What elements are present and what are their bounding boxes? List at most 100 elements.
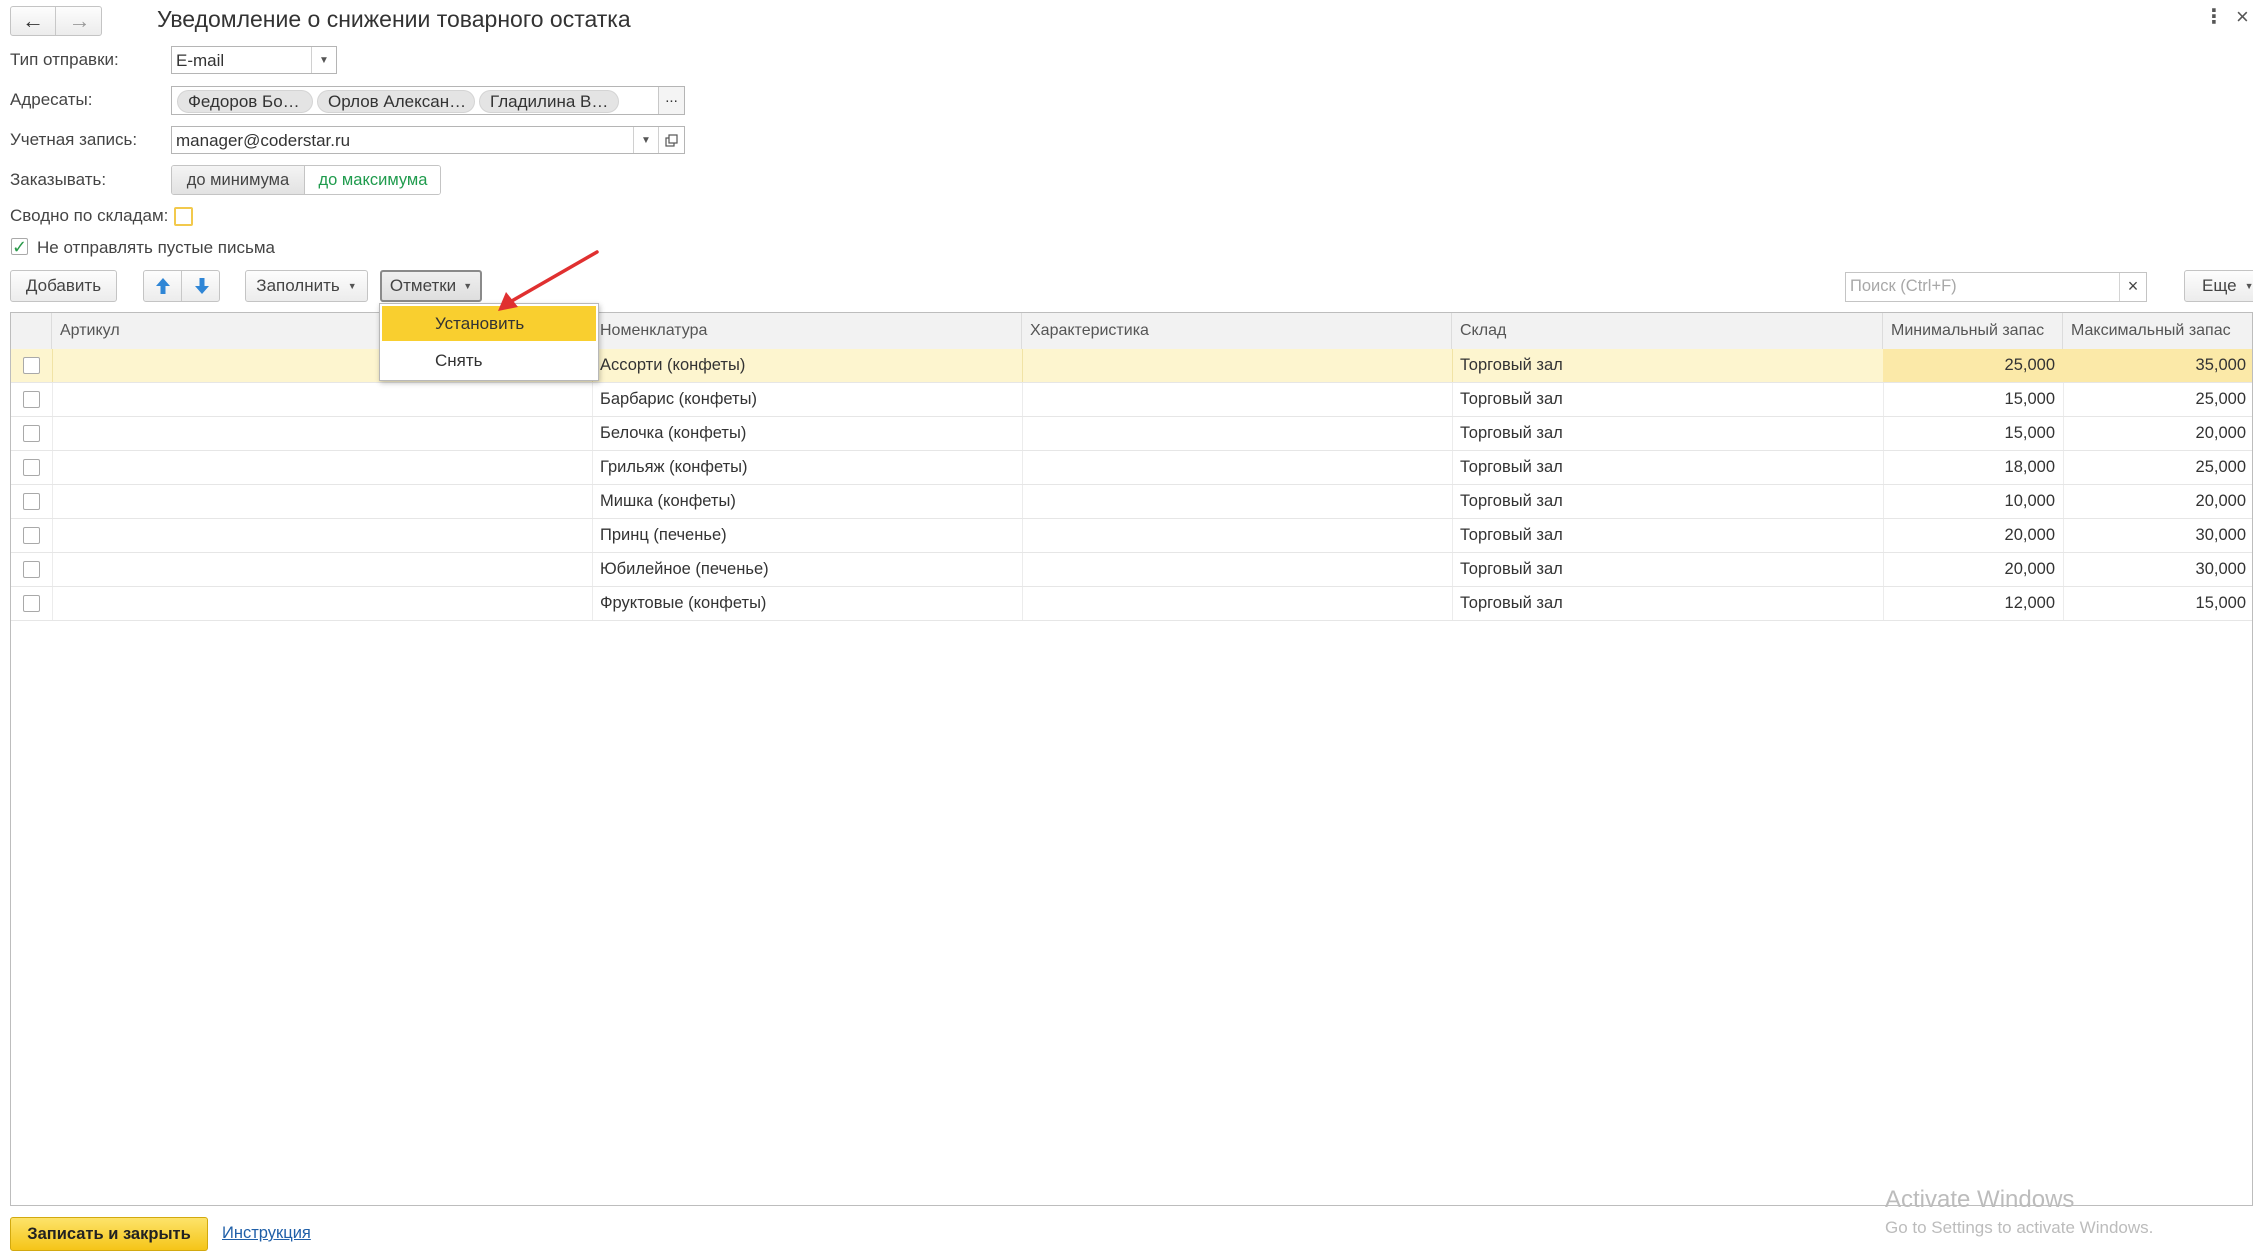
- no-empty-checkbox[interactable]: ✓: [11, 238, 28, 256]
- send-type-value: E-mail: [176, 51, 225, 70]
- order-label: Заказывать:: [10, 170, 107, 189]
- move-up-button[interactable]: [144, 271, 182, 301]
- account-value: manager@coderstar.ru: [176, 131, 351, 150]
- min-stock-cell: 15,000: [2004, 390, 2055, 408]
- row-checkbox[interactable]: [23, 561, 40, 578]
- chevron-down-icon[interactable]: ▼: [311, 47, 336, 73]
- row-checkbox[interactable]: [23, 527, 40, 544]
- article-cell: [52, 417, 592, 450]
- caret-down-icon: ▼: [2244, 281, 2253, 291]
- move-down-button[interactable]: [183, 271, 220, 301]
- back-button[interactable]: ←: [11, 7, 56, 35]
- table-row[interactable]: Белочка (конфеты) Торговый зал 15,000 20,00…: [11, 417, 2252, 451]
- add-button[interactable]: Добавить: [10, 270, 117, 302]
- min-stock-cell: 20,000: [2004, 560, 2055, 578]
- min-stock-cell: 15,000: [2004, 424, 2055, 442]
- row-checkbox[interactable]: [23, 493, 40, 510]
- send-type-select[interactable]: E-mail ▼: [171, 46, 337, 74]
- max-stock-cell: 15,000: [2195, 594, 2246, 612]
- recipient-chip[interactable]: Орлов Алексан…: [317, 90, 475, 113]
- summary-label: Сводно по складам:: [10, 206, 169, 225]
- open-icon[interactable]: [658, 127, 684, 153]
- item-cell: Принц (печенье): [600, 526, 727, 544]
- items-table[interactable]: Артикул Номенклатура Характеристика Скла…: [10, 312, 2253, 1206]
- page-title: Уведомление о снижении товарного остатка: [157, 6, 631, 32]
- table-row[interactable]: Ассорти (конфеты) Торговый зал 25,000 35,00…: [11, 349, 2252, 383]
- close-icon[interactable]: ×: [2236, 6, 2253, 30]
- table-row[interactable]: Мишка (конфеты) Торговый зал 10,000 20,000: [11, 485, 2252, 519]
- column-header-characteristic[interactable]: Характеристика: [1022, 313, 1452, 349]
- table-row[interactable]: Фруктовые (конфеты) Торговый зал 12,000 15,…: [11, 587, 2252, 621]
- column-header-max-stock[interactable]: Максимальный запас: [2063, 313, 2252, 349]
- more-actions-button[interactable]: Еще ▼: [2184, 270, 2253, 302]
- more-vertical-icon[interactable]: ⋮: [2204, 6, 2224, 30]
- chevron-down-icon[interactable]: ▼: [633, 127, 658, 153]
- summary-checkbox[interactable]: [174, 207, 193, 226]
- max-stock-cell: 30,000: [2195, 560, 2246, 578]
- item-cell: Фруктовые (конфеты): [600, 594, 767, 612]
- article-cell: [52, 553, 592, 586]
- recipients-select-button[interactable]: ...: [658, 87, 684, 114]
- table-row[interactable]: Юбилейное (печенье) Торговый зал 20,000 30,…: [11, 553, 2252, 587]
- warehouse-cell: Торговый зал: [1460, 458, 1563, 476]
- max-stock-cell: 25,000: [2195, 390, 2246, 408]
- characteristic-cell: [1022, 519, 1452, 552]
- recipients-field[interactable]: Федоров Бо… Орлов Алексан… Гладилина В… …: [171, 86, 685, 115]
- warehouse-cell: Торговый зал: [1460, 526, 1563, 544]
- account-select[interactable]: manager@coderstar.ru ▼: [171, 126, 685, 154]
- characteristic-cell: [1022, 553, 1452, 586]
- warehouse-cell: Торговый зал: [1460, 424, 1563, 442]
- article-cell: [52, 383, 592, 416]
- characteristic-cell: [1022, 587, 1452, 620]
- warehouse-cell: Торговый зал: [1460, 560, 1563, 578]
- row-checkbox[interactable]: [23, 391, 40, 408]
- arrow-down-icon: [194, 278, 209, 294]
- header-checkbox-column: [11, 313, 52, 349]
- order-option-min[interactable]: до минимума: [172, 166, 305, 194]
- item-cell: Мишка (конфеты): [600, 492, 736, 510]
- warehouse-cell: Торговый зал: [1460, 492, 1563, 510]
- item-cell: Юбилейное (печенье): [600, 560, 769, 578]
- table-header: Артикул Номенклатура Характеристика Скла…: [11, 313, 2252, 350]
- menu-item-clear-marks[interactable]: Снять: [382, 343, 596, 378]
- item-cell: Ассорти (конфеты): [600, 356, 746, 374]
- max-stock-cell: 25,000: [2195, 458, 2246, 476]
- forward-button[interactable]: →: [57, 7, 102, 35]
- recipient-chip[interactable]: Гладилина В…: [479, 90, 619, 113]
- characteristic-cell: [1022, 383, 1452, 416]
- recipient-chip[interactable]: Федоров Бо…: [177, 90, 313, 113]
- row-checkbox[interactable]: [23, 357, 40, 374]
- warehouse-cell: Торговый зал: [1460, 594, 1563, 612]
- account-label: Учетная запись:: [10, 130, 138, 149]
- row-checkbox[interactable]: [23, 425, 40, 442]
- more-actions-label: Еще: [2202, 276, 2237, 295]
- table-row[interactable]: Принц (печенье) Торговый зал 20,000 30,000: [11, 519, 2252, 553]
- search-field[interactable]: Поиск (Ctrl+F) ×: [1845, 272, 2147, 302]
- article-cell: [52, 519, 592, 552]
- arrow-up-icon: [155, 278, 170, 294]
- article-cell: [52, 485, 592, 518]
- order-option-max[interactable]: до максимума: [306, 166, 440, 194]
- column-header-min-stock[interactable]: Минимальный запас: [1883, 313, 2063, 349]
- characteristic-cell: [1022, 349, 1452, 382]
- column-header-warehouse[interactable]: Склад: [1452, 313, 1883, 349]
- marks-button[interactable]: Отметки ▼: [380, 270, 482, 302]
- annotation-arrow-icon: [498, 250, 599, 311]
- save-and-close-button[interactable]: Записать и закрыть: [10, 1217, 208, 1251]
- help-link[interactable]: Инструкция: [222, 1224, 311, 1243]
- clear-search-icon[interactable]: ×: [2119, 273, 2146, 301]
- max-stock-cell: 20,000: [2195, 424, 2246, 442]
- fill-button[interactable]: Заполнить ▼: [245, 270, 368, 302]
- column-header-item[interactable]: Номенклатура: [592, 313, 1022, 349]
- fill-button-label: Заполнить: [256, 276, 340, 295]
- warehouse-cell: Торговый зал: [1460, 356, 1563, 374]
- row-checkbox[interactable]: [23, 459, 40, 476]
- table-row[interactable]: Грильяж (конфеты) Торговый зал 18,000 25,00…: [11, 451, 2252, 485]
- row-checkbox[interactable]: [23, 595, 40, 612]
- table-row[interactable]: Барбарис (конфеты) Торговый зал 15,000 25,0…: [11, 383, 2252, 417]
- caret-down-icon: ▼: [463, 281, 473, 291]
- search-input[interactable]: Поиск (Ctrl+F): [1850, 277, 1957, 296]
- characteristic-cell: [1022, 451, 1452, 484]
- max-stock-cell: 20,000: [2195, 492, 2246, 510]
- marks-button-label: Отметки: [389, 276, 457, 295]
